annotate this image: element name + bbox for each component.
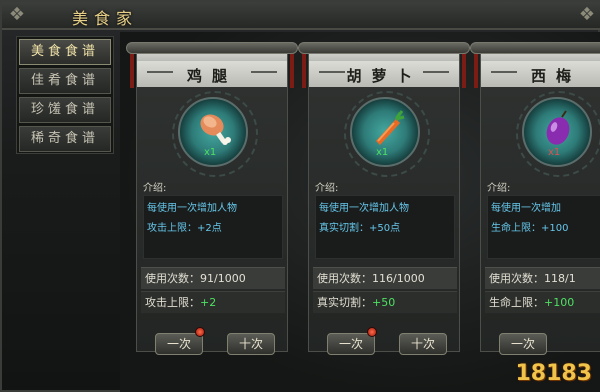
- description-line: 每使用一次增加人物: [319, 203, 409, 214]
- stat-value: +100: [544, 296, 575, 309]
- sidebar-item-jiayao[interactable]: 佳肴食谱: [19, 68, 111, 94]
- chicken-leg-icon: [200, 114, 231, 145]
- intro-label: 介绍:: [487, 183, 511, 194]
- scroll-rod: [470, 42, 600, 54]
- stat-row: 真实切割：+50: [313, 291, 457, 313]
- use-once-button[interactable]: 一次: [499, 333, 547, 355]
- description-line: 每使用一次增加: [491, 203, 561, 214]
- stat-row: 攻击上限：+2: [141, 291, 285, 313]
- corner-ornament-icon: ❖: [578, 4, 596, 25]
- item-name: 西梅: [530, 67, 581, 85]
- recipe-category-sidebar: 美食食谱 佳肴食谱 珍馐食谱 稀奇食谱: [16, 36, 114, 154]
- description-line: 每使用一次增加人物: [147, 203, 237, 214]
- item-slot[interactable]: x1: [344, 91, 430, 177]
- item-name: 鸡腿: [186, 67, 237, 85]
- recipe-card: 西梅 x1 介绍: 每使用一次增加 生命上限：+100 使用次数：118/1 生…: [470, 42, 600, 360]
- tassel-decoration: [130, 48, 134, 88]
- description-line: 生命上限：+100: [491, 223, 569, 234]
- corner-ornament-icon: ❖: [8, 4, 26, 25]
- description-line: 真实切割：+50点: [319, 223, 401, 234]
- recipe-card-area: 鸡腿 x1 介绍: 每使用一次增加人物 攻击上限：+2点 使用次数：91/100…: [120, 32, 600, 392]
- stat-value: +2: [200, 296, 217, 309]
- game-window: ❖ 美食家 ❖ 美食食谱 佳肴食谱 珍馐食谱 稀奇食谱 鸡腿 x1 介绍: 每使…: [0, 0, 600, 392]
- scroll-panel: 胡萝卜 x1 介绍: 每使用一次增加人物 真实切割：+50点 使用次数：116/…: [308, 52, 460, 355]
- scroll-rod: [126, 42, 298, 54]
- item-slot[interactable]: x1: [516, 91, 600, 177]
- intro-label: 介绍:: [143, 183, 167, 194]
- stat-label: 攻击上限：: [145, 296, 200, 309]
- sidebar-item-xiqi[interactable]: 稀奇食谱: [19, 126, 111, 152]
- item-quantity: x1: [376, 147, 389, 158]
- scroll-panel: 鸡腿 x1 介绍: 每使用一次增加人物 攻击上限：+2点 使用次数：91/100…: [136, 52, 288, 355]
- title-bar: ❖ 美食家 ❖: [2, 2, 600, 30]
- uses-count: 使用次数：118/1: [485, 267, 600, 289]
- recipe-card: 胡萝卜 x1 介绍: 每使用一次增加人物 真实切割：+50点 使用次数：116/…: [298, 42, 470, 360]
- scroll-rod: [298, 42, 470, 54]
- stat-value: +50: [372, 296, 396, 309]
- use-ten-button[interactable]: 十次: [227, 333, 275, 355]
- description-line: 攻击上限：+2点: [147, 223, 222, 234]
- sidebar-item-meishi[interactable]: 美食食谱: [19, 39, 111, 65]
- uses-count: 使用次数：91/1000: [141, 267, 285, 289]
- stat-row: 生命上限：+100: [485, 291, 600, 313]
- stat-label: 生命上限：: [489, 296, 544, 309]
- item-quantity: x1: [204, 147, 217, 158]
- item-slot[interactable]: x1: [172, 91, 258, 177]
- tassel-decoration: [290, 48, 294, 88]
- notification-dot: [195, 327, 205, 337]
- sidebar-item-zhenxiu[interactable]: 珍馐食谱: [19, 97, 111, 123]
- use-once-button[interactable]: 一次: [155, 333, 203, 355]
- notification-dot: [367, 327, 377, 337]
- tassel-decoration: [474, 48, 478, 88]
- intro-label: 介绍:: [315, 183, 339, 194]
- use-ten-button[interactable]: 十次: [399, 333, 447, 355]
- item-name: 胡萝卜: [346, 67, 422, 85]
- scroll-panel: 西梅 x1 介绍: 每使用一次增加 生命上限：+100 使用次数：118/1 生…: [480, 52, 600, 355]
- watermark-logo: 18183: [515, 361, 592, 386]
- recipe-card: 鸡腿 x1 介绍: 每使用一次增加人物 攻击上限：+2点 使用次数：91/100…: [126, 42, 298, 360]
- plum-icon: [546, 110, 570, 145]
- window-title: 美食家: [72, 9, 139, 28]
- stat-label: 真实切割：: [317, 296, 372, 309]
- tassel-decoration: [462, 48, 466, 88]
- tassel-decoration: [302, 48, 306, 88]
- carrot-icon: [376, 110, 405, 145]
- uses-count: 使用次数：116/1000: [313, 267, 457, 289]
- use-once-button[interactable]: 一次: [327, 333, 375, 355]
- item-quantity: x1: [548, 147, 561, 158]
